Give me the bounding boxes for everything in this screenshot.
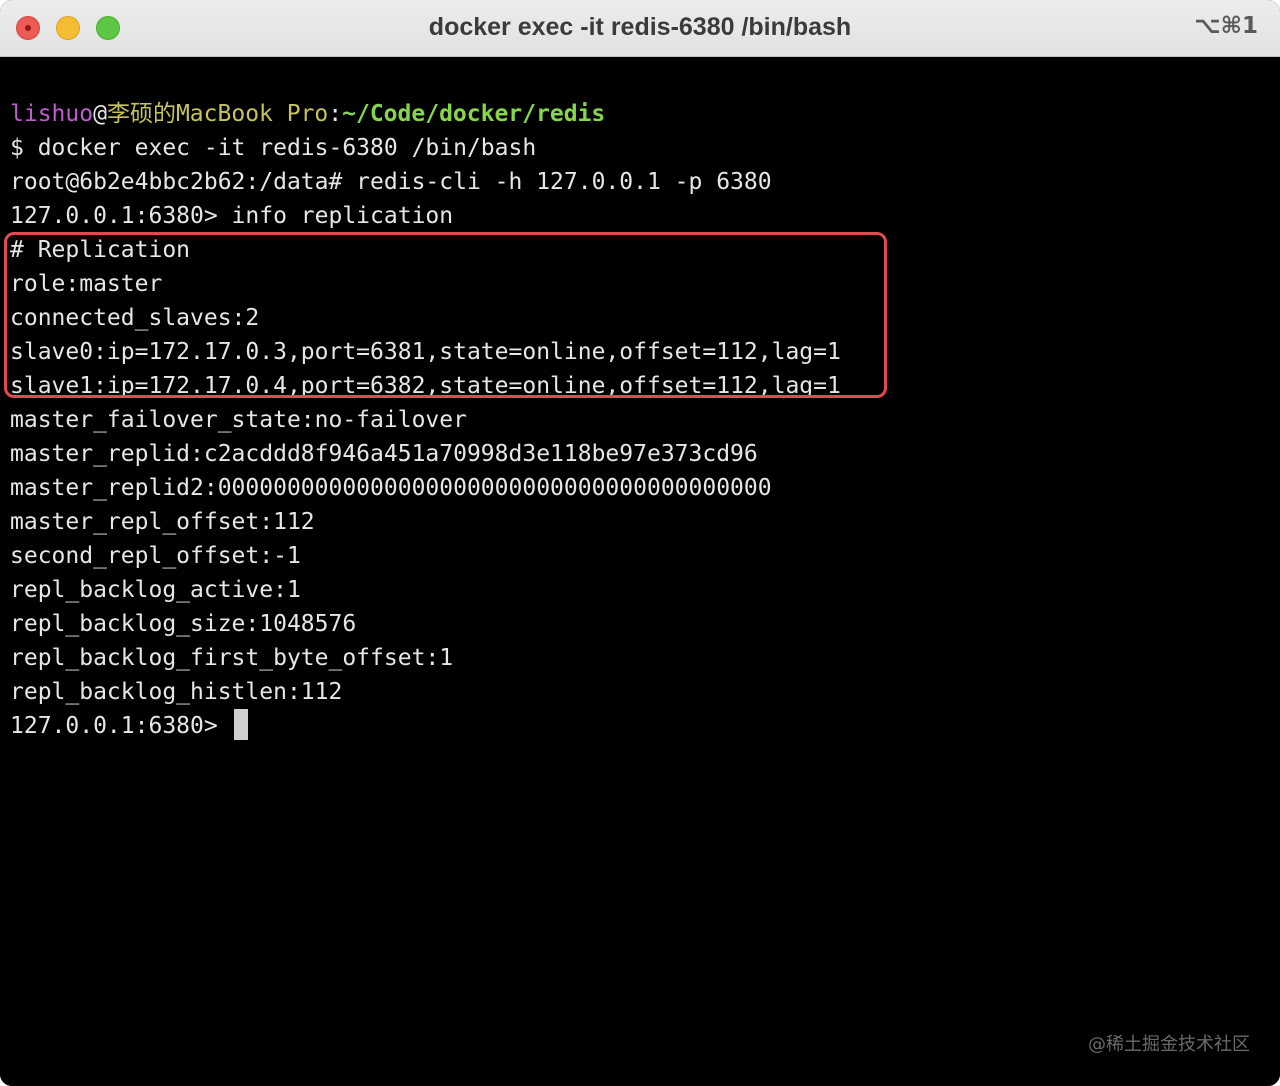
prompt-separator: :	[328, 101, 343, 127]
terminal-line: root@6b2e4bbc2b62:/data# redis-cli -h 12…	[10, 169, 772, 195]
prompt-host: 李硕的MacBook Pro	[106, 101, 329, 127]
terminal-window: docker exec -it redis-6380 /bin/bash ⌥⌘1…	[0, 0, 1280, 1086]
terminal-line: master_repl_offset:112	[10, 509, 315, 535]
terminal-line: master_replid2:0000000000000000000000000…	[10, 475, 772, 501]
watermark: @稀土掘金技术社区	[1088, 1034, 1250, 1055]
text-cursor	[233, 709, 248, 740]
terminal-line: repl_backlog_first_byte_offset:1	[10, 645, 454, 671]
current-prompt: 127.0.0.1:6380>	[10, 713, 232, 739]
title-bar[interactable]: docker exec -it redis-6380 /bin/bash ⌥⌘1	[0, 0, 1280, 57]
prompt-user: lishuo	[10, 101, 94, 127]
terminal-line: $ docker exec -it redis-6380 /bin/bash	[10, 135, 537, 161]
terminal-line: second_repl_offset:-1	[10, 543, 301, 569]
terminal-line: master_replid:c2acddd8f946a451a70998d3e1…	[10, 441, 758, 467]
terminal-output[interactable]: lishuo@李硕的MacBook Pro:~/Code/docker/redi…	[0, 57, 1280, 1086]
shell-prompt-line: lishuo@李硕的MacBook Pro:~/Code/docker/redi…	[10, 97, 605, 131]
current-prompt-line[interactable]: 127.0.0.1:6380>	[10, 709, 248, 743]
terminal-line: 127.0.0.1:6380> info replication	[10, 203, 454, 229]
window-title: docker exec -it redis-6380 /bin/bash	[428, 13, 852, 41]
window-shortcut: ⌥⌘1	[1194, 13, 1258, 39]
terminal-line: repl_backlog_size:1048576	[10, 611, 357, 637]
prompt-at: @	[93, 101, 107, 127]
terminal-line: master_failover_state:no-failover	[10, 407, 467, 433]
replication-highlight-box	[4, 232, 887, 398]
terminal-line: repl_backlog_histlen:112	[10, 679, 343, 705]
prompt-path: ~/Code/docker/redis	[342, 101, 606, 127]
terminal-line: repl_backlog_active:1	[10, 577, 301, 603]
